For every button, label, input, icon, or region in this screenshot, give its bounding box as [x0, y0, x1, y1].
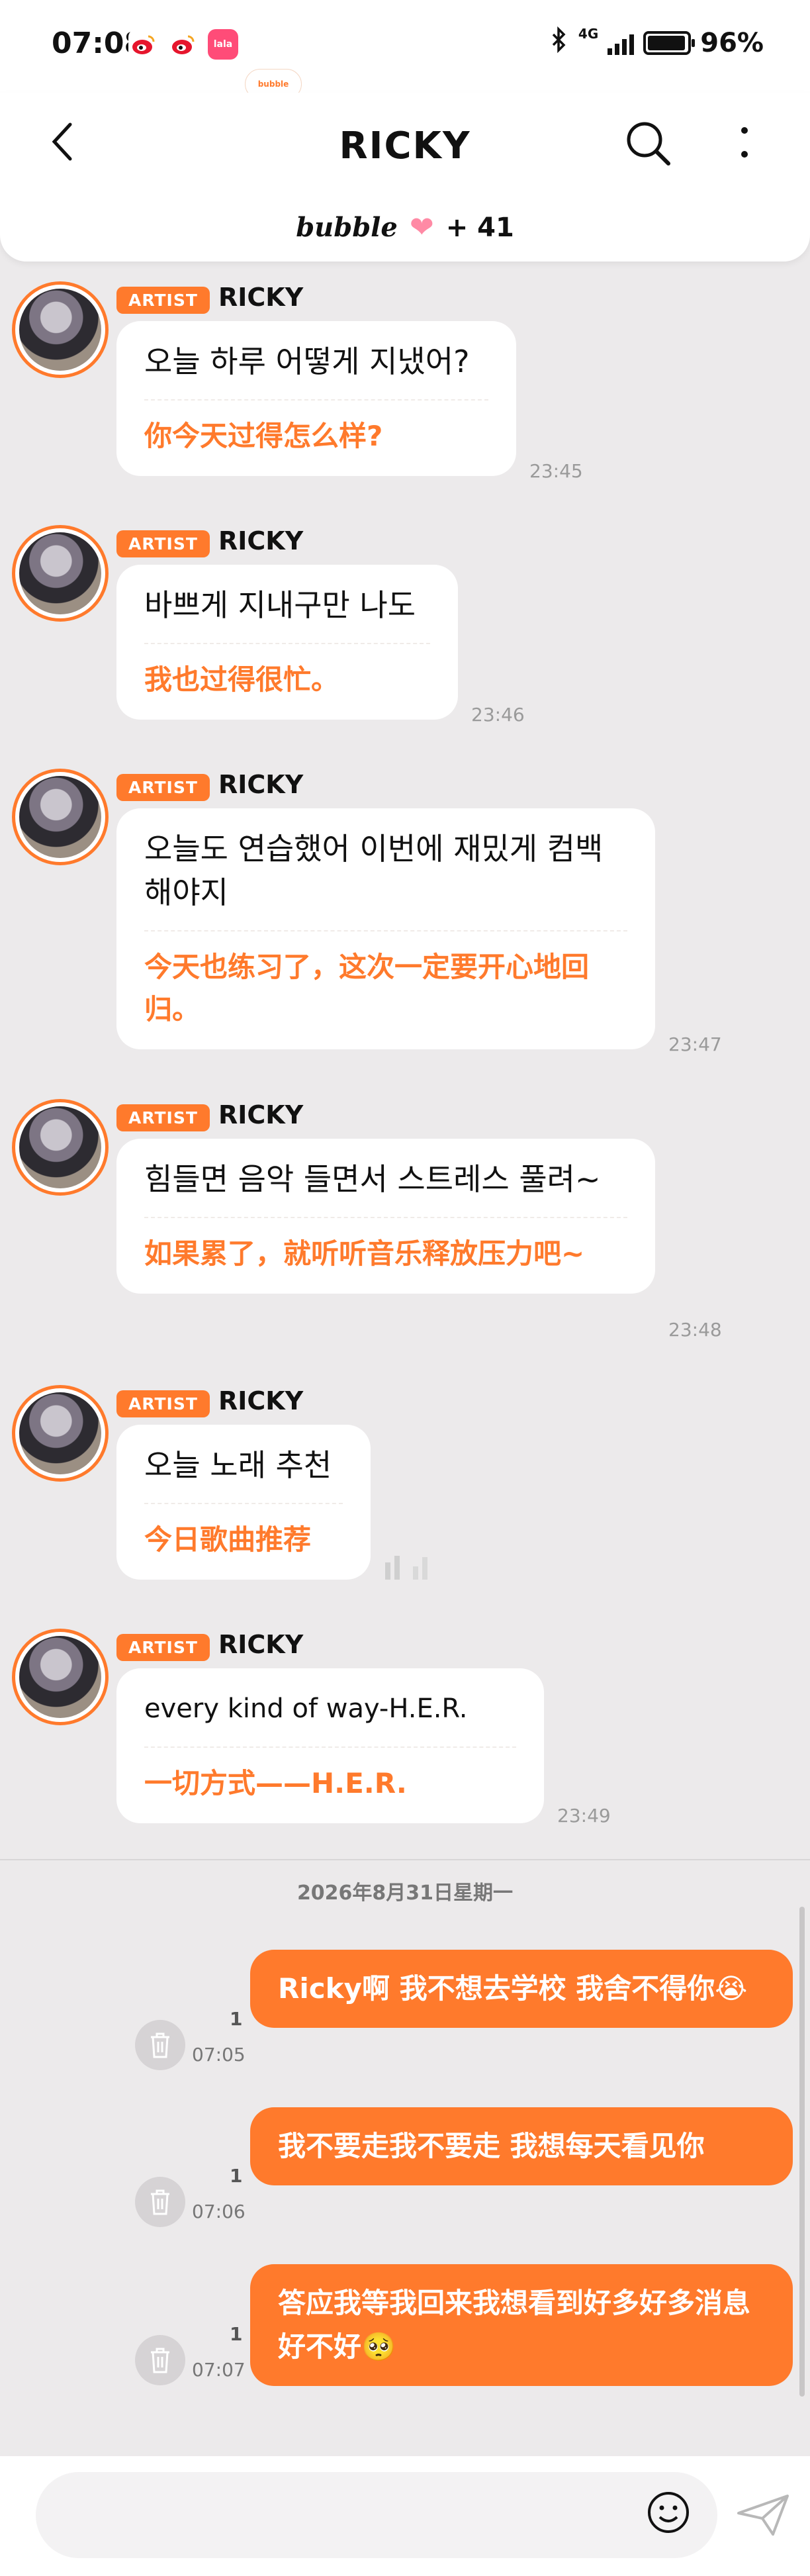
- sender-name: RICKY: [218, 1630, 304, 1659]
- signal-icon: [608, 31, 635, 55]
- delete-button[interactable]: [135, 2177, 185, 2227]
- message-time: 23:46: [471, 704, 525, 726]
- search-icon: [627, 122, 670, 166]
- network-type: 4G: [578, 26, 599, 42]
- unread-count: 1: [230, 2323, 243, 2345]
- my-message-bubble[interactable]: 答应我等我回来我想看到好多好多消息好不好🥺: [250, 2264, 793, 2386]
- sender-name: RICKY: [218, 1100, 304, 1129]
- artist-badge: ARTIST: [116, 774, 210, 801]
- unread-count: 1: [230, 2008, 243, 2030]
- message-input[interactable]: [36, 2472, 717, 2558]
- my-message-bubble[interactable]: 我不要走我不要走 我想每天看见你: [250, 2107, 793, 2185]
- unread-count: 1: [230, 2165, 243, 2187]
- battery-icon: [643, 31, 696, 55]
- heart-icon: ❤: [409, 211, 434, 244]
- chinese-translation: 一切方式——H.E.R.: [144, 1767, 407, 1799]
- smiley-icon: [648, 2492, 689, 2533]
- avatar[interactable]: [12, 1099, 109, 1196]
- message-bubble[interactable]: 오늘도 연습했어 이번에 재밌게 컴백 해야지 今天也练习了，这次一定要开心地回…: [116, 808, 655, 1049]
- message-bubble[interactable]: 오늘 노래 추천 今日歌曲推荐: [116, 1425, 371, 1580]
- korean-text: 오늘도 연습했어 이번에 재밌게 컴백 해야지: [144, 808, 627, 931]
- emoji-button[interactable]: [645, 2489, 692, 2536]
- korean-text: every kind of way-H.E.R.: [144, 1668, 516, 1748]
- korean-text: 바쁘게 지내구만 나도: [144, 565, 430, 644]
- divider: [0, 1859, 810, 1860]
- weibo-app-icon: [128, 29, 159, 60]
- chinese-translation: 如果累了，就听听音乐释放压力吧~: [144, 1237, 585, 1270]
- avatar[interactable]: [12, 1629, 109, 1725]
- send-button[interactable]: [735, 2492, 791, 2538]
- chat-header: RICKY bubble ❤ + 41: [0, 93, 810, 262]
- my-message-bubble[interactable]: Ricky啊 我不想去学校 我舍不得你😭: [250, 1950, 793, 2028]
- sender-name: RICKY: [218, 770, 304, 799]
- message-time: 07:07: [192, 2359, 246, 2381]
- notification-icons: bubble lala: [128, 29, 302, 99]
- artist-badge: ARTIST: [116, 530, 210, 557]
- trash-icon: [151, 2032, 169, 2058]
- lala-app-icon: lala: [208, 29, 238, 60]
- more-vertical-icon: [741, 127, 748, 158]
- chinese-translation: 我也过得很忙。: [144, 663, 339, 696]
- chinese-translation: 今天也练习了，这次一定要开心地回归。: [144, 951, 590, 1026]
- korean-text: 오늘 하루 어떻게 지냈어?: [144, 321, 488, 401]
- korean-text: 힘들면 음악 들면서 스트레스 풀려~: [144, 1139, 627, 1218]
- weibo-app-icon: [168, 29, 199, 60]
- system-indicators: 4G 96%: [549, 26, 764, 60]
- message-bubble[interactable]: 오늘 하루 어떻게 지냈어? 你今天过得怎么样?: [116, 321, 516, 476]
- chinese-translation: 你今天过得怎么样?: [144, 420, 383, 452]
- message-time: 07:05: [192, 2044, 246, 2066]
- message-time: 23:49: [557, 1805, 611, 1827]
- send-icon: [737, 2495, 789, 2536]
- artist-badge: ARTIST: [116, 1104, 210, 1131]
- bubble-label: bubble: [296, 212, 398, 243]
- avatar[interactable]: [12, 525, 109, 622]
- more-options-button[interactable]: [728, 116, 761, 169]
- trash-icon: [151, 2348, 169, 2373]
- korean-text: 오늘 노래 추천: [144, 1425, 343, 1504]
- sender-name: RICKY: [218, 283, 304, 312]
- message-bubble[interactable]: 힘들면 음악 들면서 스트레스 풀려~ 如果累了，就听听音乐释放压力吧~: [116, 1139, 655, 1294]
- delete-button[interactable]: [135, 2335, 185, 2385]
- message-bubble[interactable]: 바쁘게 지내구만 나도 我也过得很忙。: [116, 565, 458, 720]
- bubble-plus-count: + 41: [445, 212, 514, 243]
- date-separator: 2026年8月31日星期一: [296, 1882, 514, 1905]
- message-time: 23:47: [668, 1033, 722, 1055]
- battery-percent: 96%: [700, 28, 764, 58]
- audio-wave-icon[interactable]: [385, 1556, 428, 1580]
- avatar[interactable]: [12, 281, 109, 378]
- message-time: 23:45: [529, 460, 583, 482]
- avatar[interactable]: [12, 769, 109, 865]
- sender-name: RICKY: [218, 526, 304, 555]
- bubble-subscription-info[interactable]: bubble ❤ + 41: [0, 211, 810, 244]
- trash-icon: [151, 2189, 169, 2215]
- search-button[interactable]: [622, 116, 675, 169]
- chinese-translation: 今日歌曲推荐: [144, 1523, 312, 1556]
- sender-name: RICKY: [218, 1386, 304, 1415]
- message-time: 07:06: [192, 2201, 246, 2222]
- chat-title: RICKY: [339, 124, 471, 167]
- scrollbar[interactable]: [799, 1907, 805, 2397]
- delete-button[interactable]: [135, 2020, 185, 2070]
- artist-badge: ARTIST: [116, 287, 210, 314]
- bluetooth-icon: [549, 26, 569, 60]
- status-bar: 07:08 bubble lala 4G 96%: [0, 0, 810, 99]
- message-bubble[interactable]: every kind of way-H.E.R. 一切方式——H.E.R.: [116, 1668, 544, 1823]
- avatar[interactable]: [12, 1385, 109, 1482]
- artist-badge: ARTIST: [116, 1634, 210, 1661]
- message-time: 23:48: [668, 1319, 722, 1341]
- input-bar: [0, 2456, 810, 2576]
- artist-badge: ARTIST: [116, 1390, 210, 1417]
